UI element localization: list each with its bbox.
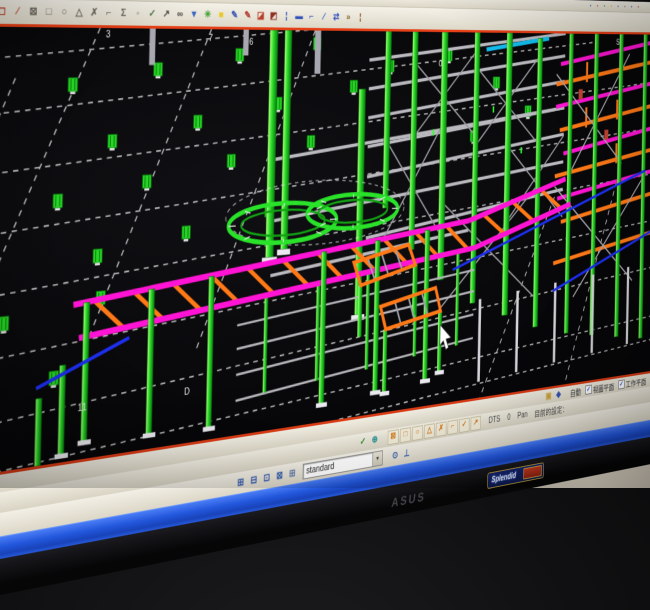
select-parts-icon[interactable]: ⊟ — [248, 473, 259, 488]
coordinate-value: 0 — [507, 413, 510, 422]
grid-label-11: 11 — [77, 403, 87, 415]
component-catalog-icon[interactable]: ✳ — [202, 8, 214, 22]
confirm-icon[interactable]: ✓ — [146, 7, 158, 21]
mini-circle-icon[interactable]: ▪ — [623, 3, 628, 10]
snap-check-button[interactable]: ✓ — [459, 418, 470, 433]
grid-label-d: D — [184, 387, 190, 398]
mini-grid-icon[interactable]: ▪ — [595, 2, 600, 9]
snap-x-button[interactable]: ✗ — [436, 421, 447, 437]
mini-points-icon[interactable]: ▪ — [609, 3, 614, 10]
snap-arrow-button[interactable]: ↗ — [471, 416, 481, 431]
orthogonal-beam-icon[interactable]: » — [343, 11, 353, 24]
snap-points-button[interactable]: ⊠ — [388, 429, 399, 445]
select-points-icon[interactable]: ⊡ — [261, 470, 272, 485]
mini-view-icon[interactable]: ▪ — [588, 2, 593, 9]
auto-label: 自動 — [570, 385, 581, 398]
mini-save-icon[interactable]: ▪ — [629, 3, 634, 10]
ok-check-icon[interactable]: ✓ — [358, 435, 368, 449]
curved-beam-icon[interactable]: ∕ — [319, 10, 330, 23]
snap-corner-button[interactable]: ⌐ — [447, 419, 458, 435]
snap-triangle-button[interactable]: △ — [424, 423, 435, 439]
weld-icon[interactable]: ¦ — [281, 10, 292, 23]
snap-toggle-icon[interactable]: ⊙ — [390, 448, 400, 462]
checkbox-check-icon: ✓ — [618, 379, 624, 389]
snap-box-button[interactable]: □ — [400, 427, 411, 443]
edit-drawing-icon[interactable]: ✎ — [242, 9, 253, 23]
spirit-level-icon[interactable]: ¦ — [355, 11, 365, 24]
splendid-sticker: Splendid — [487, 462, 544, 489]
sticker-red-badge — [523, 465, 541, 480]
snap-any-icon[interactable]: ◦ — [132, 6, 144, 20]
component-icon[interactable]: ◻ — [0, 4, 9, 19]
red-panel-icon[interactable]: ◩ — [268, 9, 279, 22]
snap-center-icon[interactable]: ○ — [58, 5, 71, 20]
settings-icon[interactable]: ▣ — [544, 390, 553, 403]
binoculars-icon[interactable]: ∞ — [174, 7, 186, 21]
snap-left-icons: ✓⊕ — [357, 433, 381, 450]
ortho-toggle-icon[interactable]: ⊥ — [402, 447, 412, 461]
snap-perpendicular-icon[interactable]: ⌐ — [103, 6, 116, 20]
palette-icon[interactable]: ◆ — [554, 388, 563, 401]
grid-label-3: 3 — [106, 30, 111, 40]
dropdown-arrow-icon[interactable]: ▾ — [372, 451, 382, 466]
grid-label-6: 6 — [249, 38, 254, 48]
snap-circle-button[interactable]: ○ — [412, 425, 423, 441]
red-plate-icon[interactable]: ◪ — [255, 9, 266, 22]
asus-logo: ASUS — [391, 490, 427, 511]
mini-undo-icon[interactable]: ▪ — [636, 4, 641, 11]
pointer-arrow-icon[interactable]: ↗ — [160, 7, 172, 21]
selection-icons-right: ⊙⊥ — [389, 446, 412, 463]
yellow-note-icon[interactable]: ■ — [215, 8, 226, 22]
monitor-screen: ▪▪▪▪▪▪▪▪ ▥▱◰◻∕⊠□○△✗⌐Σ◦✓↗∞▼✳■✎✎◪◩¦▬⌐∕⇄»¦ — [0, 0, 650, 605]
delete-icon[interactable]: ∕ — [11, 4, 24, 19]
create-drawing-icon[interactable]: ✎ — [229, 8, 240, 22]
mini-line-icon[interactable]: ▪ — [616, 3, 621, 10]
snap-midpoint-icon[interactable]: △ — [73, 5, 86, 19]
world-plane-icon[interactable]: ⊕ — [370, 433, 380, 447]
photo-of-monitor: { "toolbar_upper": { "icons": [ {"name":… — [0, 0, 650, 488]
bolt-icon[interactable]: ▬ — [294, 10, 305, 23]
pan-mode-indicator: Pan — [517, 410, 527, 420]
polybeam-icon[interactable]: ⌐ — [306, 10, 317, 23]
select-components-icon[interactable]: ⊠ — [274, 468, 285, 483]
grid-label-s: S — [616, 39, 620, 47]
sum-icon[interactable]: Σ — [117, 6, 129, 20]
checkbox-check-icon: ✓ — [585, 385, 592, 395]
twin-profile-icon[interactable]: ⇄ — [331, 11, 341, 24]
snap-endpoint-icon[interactable]: □ — [42, 5, 55, 20]
select-area-icon[interactable]: ⊞ — [287, 466, 298, 481]
grid-label-0: 0 — [439, 60, 443, 69]
filter-funnel-icon[interactable]: ▼ — [188, 8, 200, 22]
grid-label-7: 7 — [209, 34, 214, 44]
dts-indicator: DTS — [488, 415, 500, 426]
snap-intersection-icon[interactable]: ⊠ — [27, 4, 40, 19]
snap-cross-icon[interactable]: ✗ — [88, 6, 101, 20]
mini-plane-icon[interactable]: ▪ — [602, 3, 607, 10]
